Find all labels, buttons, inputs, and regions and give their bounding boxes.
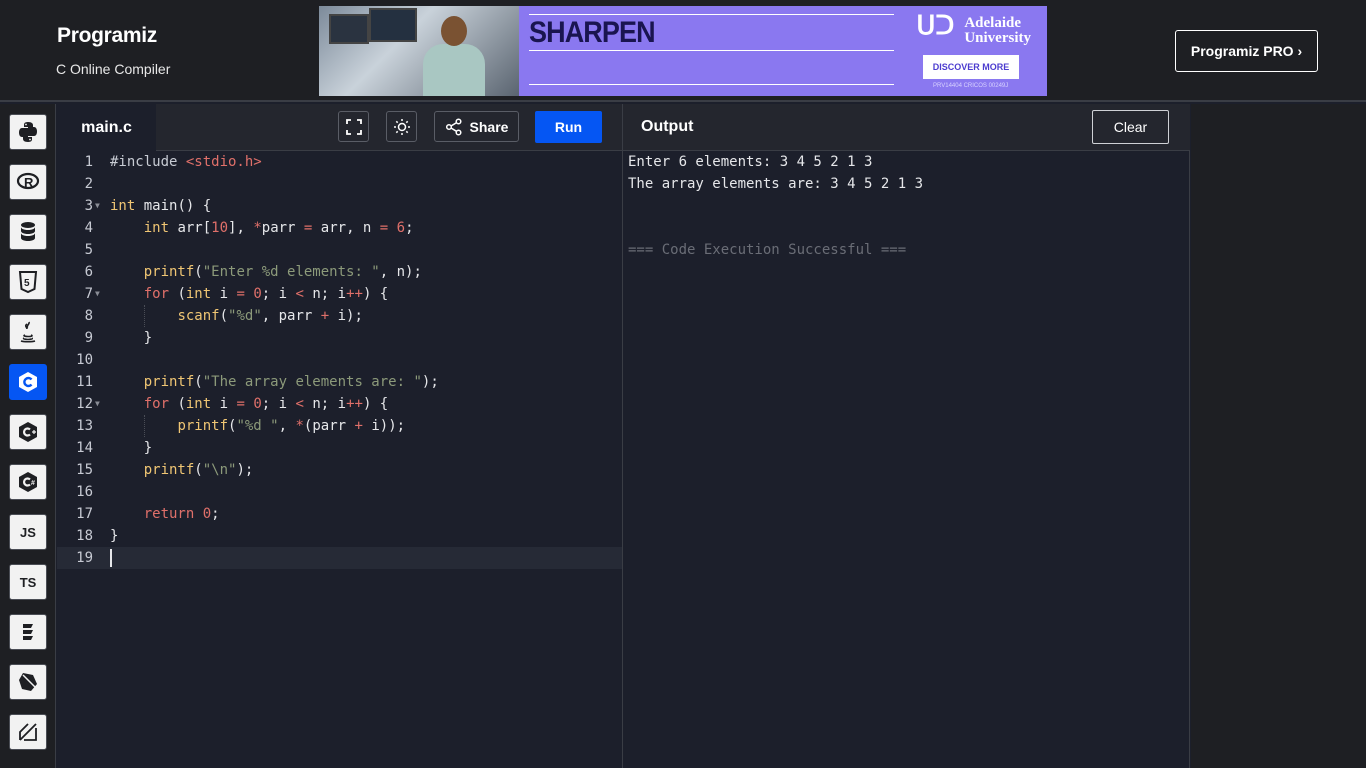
editor-toolbar: main.c Share Run bbox=[57, 104, 622, 152]
text-caret bbox=[110, 549, 112, 567]
execution-status: === Code Execution Successful === bbox=[628, 242, 907, 258]
ad-photo bbox=[319, 6, 519, 96]
ad-headline: SHARPEN bbox=[529, 16, 656, 49]
adelaide-logo-icon: ᑌᑐ bbox=[916, 11, 955, 40]
swift-icon[interactable] bbox=[9, 614, 47, 650]
code-line: 11 printf("The array elements are: "); bbox=[76, 374, 439, 390]
right-empty-panel bbox=[1191, 104, 1366, 768]
code-line: 13 printf("%d ", *(parr + i)); bbox=[57, 415, 622, 437]
code-line: 5 bbox=[84, 242, 93, 258]
csharp-icon[interactable]: # bbox=[9, 464, 47, 500]
svg-text:R: R bbox=[24, 175, 34, 190]
code-line-current[interactable]: 19 bbox=[57, 547, 622, 569]
database-icon[interactable] bbox=[9, 214, 47, 250]
output-line: Enter 6 elements: 3 4 5 2 1 3 bbox=[628, 154, 873, 170]
r-icon[interactable]: R bbox=[9, 164, 47, 200]
code-line: 14 } bbox=[76, 440, 153, 456]
svg-text:#: # bbox=[31, 480, 35, 487]
code-line: 10 bbox=[76, 352, 93, 368]
output-panel: Output Clear Enter 6 elements: 3 4 5 2 1… bbox=[622, 104, 1190, 768]
cpp-icon[interactable] bbox=[9, 414, 47, 450]
output-line: The array elements are: 3 4 5 2 1 3 bbox=[628, 176, 924, 192]
fold-arrow-icon: ▼ bbox=[95, 289, 100, 298]
code-line: 18} bbox=[76, 528, 119, 544]
share-icon bbox=[445, 117, 462, 136]
page-subtitle: C Online Compiler bbox=[56, 61, 171, 77]
code-line: 2 bbox=[84, 176, 93, 192]
tab-main-c[interactable]: main.c bbox=[57, 104, 156, 152]
ad-banner[interactable]: SHARPEN ᑌᑐ Adelaide University DISCOVER … bbox=[319, 6, 1047, 96]
code-line: 9 } bbox=[84, 330, 153, 346]
fold-arrow-icon: ▼ bbox=[95, 201, 100, 210]
code-line: 3 ▼ int main() { bbox=[57, 195, 622, 217]
code-line: 15 printf("\n"); bbox=[76, 462, 254, 478]
output-toolbar: Output Clear bbox=[623, 104, 1190, 151]
ad-discover-button[interactable]: DISCOVER MORE bbox=[923, 55, 1019, 79]
code-line: 4 int arr[10], *parr = arr, n = 6; bbox=[84, 220, 414, 236]
python-icon[interactable] bbox=[9, 114, 47, 150]
kotlin-icon[interactable] bbox=[9, 714, 47, 750]
output-title: Output bbox=[641, 118, 694, 135]
typescript-icon[interactable]: TS bbox=[9, 564, 47, 600]
ad-body: SHARPEN ᑌᑐ Adelaide University DISCOVER … bbox=[519, 6, 1047, 96]
html5-icon[interactable]: 5 bbox=[9, 264, 47, 300]
theme-toggle-icon[interactable] bbox=[386, 111, 417, 142]
fold-arrow-icon: ▼ bbox=[95, 399, 100, 408]
c-icon[interactable] bbox=[9, 364, 47, 400]
javascript-icon[interactable]: JS bbox=[9, 514, 47, 550]
run-button[interactable]: Run bbox=[535, 111, 602, 143]
fullscreen-icon[interactable] bbox=[338, 111, 369, 142]
code-line: 7 ▼ for (int i = 0; i < n; i++) { bbox=[57, 283, 622, 305]
code-area[interactable]: 1 #include <stdio.h> 2 3 ▼ int main() { 4 i… bbox=[57, 151, 622, 768]
clear-button[interactable]: Clear bbox=[1092, 110, 1169, 144]
code-editor-panel: main.c Share Run 1 #include <stdio.h> 2 3… bbox=[57, 104, 622, 768]
ad-fineprint: PRV14404 CRICOS 00249J bbox=[933, 83, 1009, 89]
code-line: 17 return 0; bbox=[76, 506, 220, 522]
code-line: 16 bbox=[76, 484, 93, 500]
svg-text:5: 5 bbox=[24, 278, 30, 289]
code-line: 8 scanf("%d", parr + i); bbox=[57, 305, 622, 327]
top-bar: Programiz C Online Compiler SHARPEN ᑌᑐ A… bbox=[0, 0, 1366, 102]
ad-brand: ᑌᑐ Adelaide University bbox=[916, 11, 1031, 46]
programiz-pro-button[interactable]: Programiz PRO › bbox=[1175, 30, 1318, 72]
code-line: 6 printf("Enter %d elements: ", n); bbox=[84, 264, 422, 280]
programiz-logo[interactable]: Programiz bbox=[57, 24, 157, 48]
language-sidebar: R 5 # JS TS bbox=[0, 104, 56, 768]
code-line: 1 #include <stdio.h> bbox=[84, 154, 262, 170]
code-line: 12 ▼ for (int i = 0; i < n; i++) { bbox=[57, 393, 622, 415]
share-button[interactable]: Share bbox=[434, 111, 519, 142]
java-icon[interactable] bbox=[9, 314, 47, 350]
dart-icon[interactable] bbox=[9, 664, 47, 700]
